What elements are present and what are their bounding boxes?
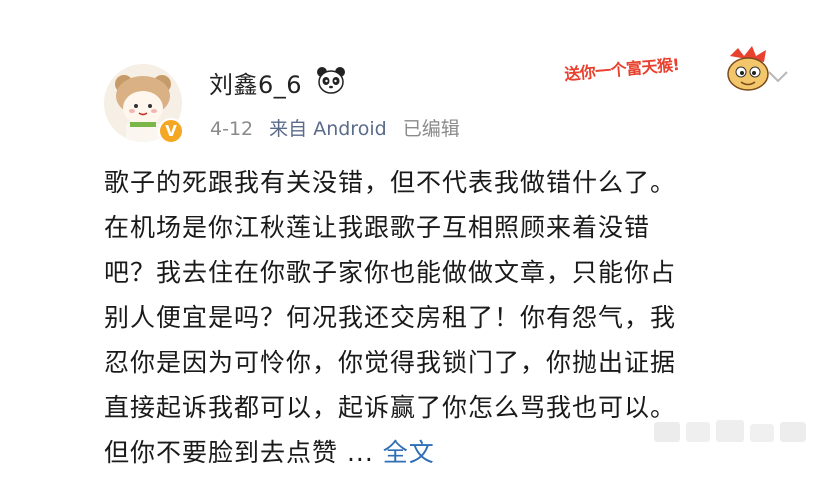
content-line: 吧？我去住在你歌子家你也能做做文章，只能你占: [104, 258, 677, 287]
post-source[interactable]: 来自 Android: [269, 118, 387, 140]
content-line: 别人便宜是吗？何况我还交房租了！你有怨气，我: [104, 303, 677, 332]
post-date: 4-12: [210, 118, 254, 140]
content-line: 在机场是你江秋莲让我跟歌子互相照顾来着没错: [104, 213, 651, 242]
post-meta: 4-12 来自 Android 已编辑: [210, 114, 470, 141]
content-line-text: 但你不要脸到去点赞 ...: [104, 438, 374, 467]
monkey-face-icon: [724, 46, 772, 92]
verified-badge-icon: V: [158, 118, 184, 144]
content-line: 忍你是因为可怜你，你觉得我锁门了，你抛出证据: [104, 348, 677, 377]
watermark: [650, 414, 810, 448]
author-name[interactable]: 刘鑫6_6: [209, 65, 302, 100]
edited-label[interactable]: 已编辑: [403, 118, 460, 140]
weibo-post: V 刘鑫6_6 4-12 来自 Android 已编辑 送你一个富天猴! 歌子的…: [0, 0, 837, 495]
chevron-down-icon[interactable]: [767, 70, 789, 84]
content-line: 歌子的死跟我有关没错，但不代表我做错什么了。: [104, 168, 677, 197]
panda-icon: [316, 66, 346, 94]
full-text-link[interactable]: 全文: [383, 438, 435, 467]
card-sticker: 送你一个富天猴!: [564, 46, 770, 96]
sticker-text: 送你一个富天猴!: [563, 55, 681, 84]
